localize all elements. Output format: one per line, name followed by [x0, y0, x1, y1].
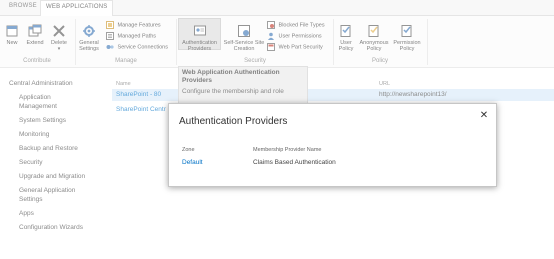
zone-default-link[interactable]: Default: [182, 159, 203, 166]
authentication-providers-dialog: Authentication Providers ✕ Zone Membersh…: [168, 103, 497, 187]
column-header-zone: Zone: [182, 147, 195, 153]
membership-provider-name: Claims Based Authentication: [253, 159, 336, 166]
close-icon[interactable]: ✕: [478, 110, 490, 122]
column-header-membership-provider: Membership Provider Name: [253, 147, 322, 153]
dialog-title: Authentication Providers: [179, 116, 288, 127]
